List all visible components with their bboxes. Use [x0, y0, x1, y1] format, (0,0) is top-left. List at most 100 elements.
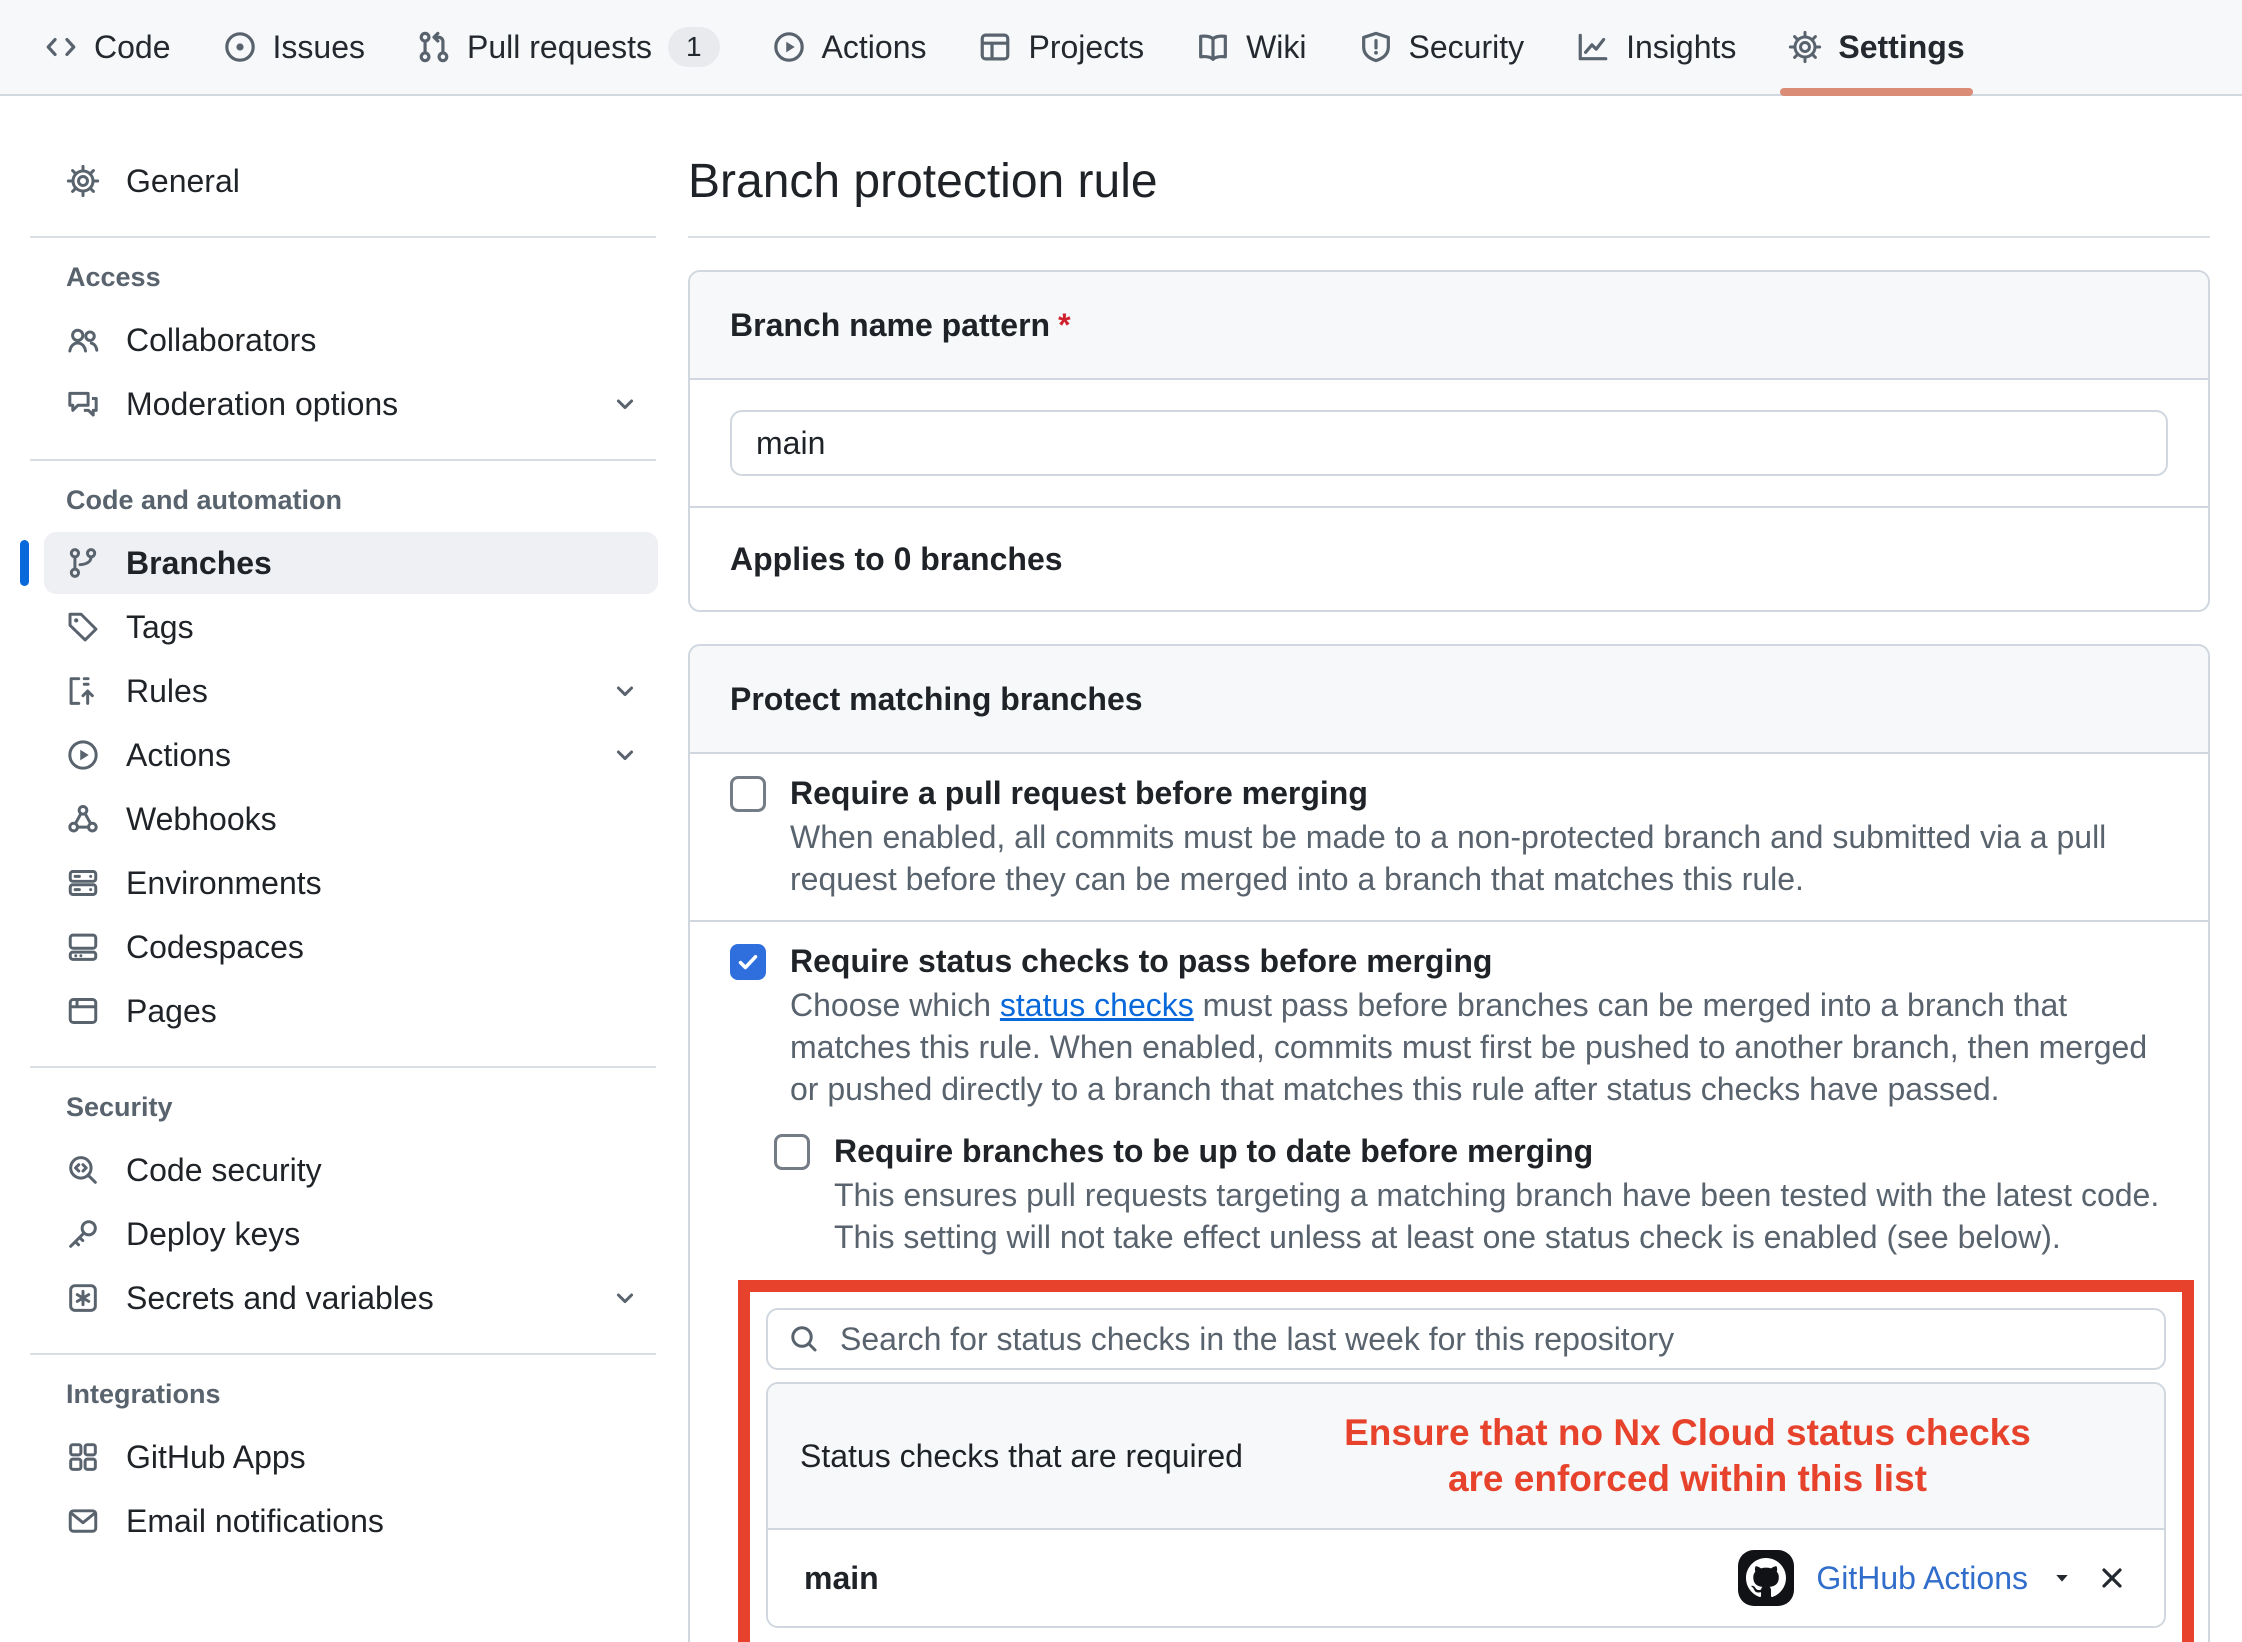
pull-requests-count-badge: 1: [668, 27, 720, 67]
tab-settings[interactable]: Settings: [1762, 0, 1990, 94]
sidebar-item-moderation-options[interactable]: Moderation options: [44, 373, 658, 435]
sidebar-item-label: Codespaces: [126, 929, 304, 966]
tab-label: Wiki: [1246, 29, 1306, 66]
sidebar-section-integrations: Integrations: [66, 1379, 658, 1410]
sidebar-item-secrets-and-variables[interactable]: Secrets and variables: [44, 1267, 658, 1329]
protect-card-header: Protect matching branches: [690, 646, 2208, 754]
sidebar-item-email-notifications[interactable]: Email notifications: [44, 1490, 658, 1552]
codespaces-icon: [66, 930, 100, 964]
people-icon: [66, 323, 100, 357]
status-checks-header-label: Status checks that are required: [800, 1438, 1243, 1475]
sidebar-item-label: Branches: [126, 545, 272, 582]
annotation-text: Ensure that no Nx Cloud status checks ar…: [1243, 1410, 2132, 1502]
tab-pull-requests[interactable]: Pull requests 1: [391, 0, 746, 94]
git-branch-icon: [66, 546, 100, 580]
tab-insights[interactable]: Insights: [1550, 0, 1762, 94]
require-status-checks-checkbox[interactable]: [730, 944, 766, 980]
rules-icon: [66, 674, 100, 708]
environments-icon: [66, 866, 100, 900]
require-up-to-date-checkbox[interactable]: [774, 1134, 810, 1170]
comment-discussion-icon: [66, 387, 100, 421]
sidebar-item-environments[interactable]: Environments: [44, 852, 658, 914]
sidebar-item-deploy-keys[interactable]: Deploy keys: [44, 1203, 658, 1265]
status-checks-search: [766, 1308, 2166, 1370]
mail-icon: [66, 1504, 100, 1538]
annotation-box: Status checks that are required Ensure t…: [738, 1280, 2194, 1642]
tab-projects[interactable]: Projects: [952, 0, 1170, 94]
sidebar-divider: [30, 236, 656, 238]
sidebar-item-actions[interactable]: Actions: [44, 724, 658, 786]
status-check-row-main: main GitHub Actions: [768, 1530, 2164, 1626]
sidebar-item-label: Tags: [126, 609, 194, 646]
branch-name-card: Branch name pattern* Applies to 0 branch…: [688, 270, 2210, 612]
tab-actions[interactable]: Actions: [746, 0, 953, 94]
shield-icon: [1359, 30, 1393, 64]
status-checks-list-header: Status checks that are required Ensure t…: [768, 1384, 2164, 1530]
chevron-down-icon: [610, 676, 640, 706]
sidebar-item-label: Secrets and variables: [126, 1280, 434, 1317]
play-icon: [66, 738, 100, 772]
require-pull-request-checkbox[interactable]: [730, 776, 766, 812]
status-check-source-dropdown[interactable]: [2050, 1566, 2074, 1590]
code-icon: [44, 30, 78, 64]
require-pull-request-row: Require a pull request before merging Wh…: [690, 754, 2208, 900]
settings-sidebar: General Access Collaborators Moderation …: [0, 96, 688, 1554]
annotation-line-1: Ensure that no Nx Cloud status checks: [1263, 1410, 2112, 1456]
sidebar-item-label: Webhooks: [126, 801, 277, 838]
tab-label: Actions: [822, 29, 927, 66]
tab-code[interactable]: Code: [18, 0, 197, 94]
book-icon: [1196, 30, 1230, 64]
sidebar-item-pages[interactable]: Pages: [44, 980, 658, 1042]
tab-label: Insights: [1626, 29, 1736, 66]
sidebar-item-github-apps[interactable]: GitHub Apps: [44, 1426, 658, 1488]
github-settings-page: Code Issues Pull requests 1 Actions Proj…: [0, 0, 2242, 1642]
sidebar-item-label: Moderation options: [126, 386, 398, 423]
github-mark-icon: [1746, 1558, 1786, 1598]
status-check-name: main: [804, 1560, 879, 1597]
browser-icon: [66, 994, 100, 1028]
status-checks-link[interactable]: status checks: [1000, 987, 1194, 1023]
sidebar-section-access: Access: [66, 262, 658, 293]
gear-icon: [66, 164, 100, 198]
chevron-down-icon: [610, 740, 640, 770]
branch-name-card-header: Branch name pattern*: [690, 272, 2208, 380]
chevron-down-icon: [610, 1283, 640, 1313]
sidebar-item-rules[interactable]: Rules: [44, 660, 658, 722]
sidebar-item-code-security[interactable]: Code security: [44, 1139, 658, 1201]
main-content: Branch protection rule Branch name patte…: [688, 96, 2242, 1642]
gear-icon: [1788, 30, 1822, 64]
status-checks-search-input[interactable]: [766, 1308, 2166, 1370]
table-icon: [978, 30, 1012, 64]
tab-label: Code: [94, 29, 171, 66]
tag-icon: [66, 610, 100, 644]
checkbox-description: When enabled, all commits must be made t…: [790, 816, 2168, 900]
sidebar-item-codespaces[interactable]: Codespaces: [44, 916, 658, 978]
webhook-icon: [66, 802, 100, 836]
sidebar-item-general[interactable]: General: [44, 150, 658, 212]
github-actions-avatar: [1738, 1550, 1794, 1606]
play-icon: [772, 30, 806, 64]
require-status-checks-row: Require status checks to pass before mer…: [690, 922, 2208, 1110]
sidebar-item-webhooks[interactable]: Webhooks: [44, 788, 658, 850]
sidebar-divider: [30, 1066, 656, 1068]
remove-status-check-button[interactable]: [2096, 1562, 2128, 1594]
github-actions-link[interactable]: GitHub Actions: [1816, 1560, 2028, 1597]
tab-security[interactable]: Security: [1333, 0, 1551, 94]
chevron-down-icon: [610, 389, 640, 419]
issue-opened-icon: [223, 30, 257, 64]
sidebar-item-tags[interactable]: Tags: [44, 596, 658, 658]
sidebar-divider: [30, 459, 656, 461]
tab-label: Settings: [1838, 29, 1964, 66]
check-icon: [735, 949, 761, 975]
annotation-line-2: are enforced within this list: [1263, 1456, 2112, 1502]
tab-issues[interactable]: Issues: [197, 0, 391, 94]
git-pull-request-icon: [417, 30, 451, 64]
branch-name-pattern-input[interactable]: [730, 410, 2168, 476]
sidebar-item-label: GitHub Apps: [126, 1439, 306, 1476]
sidebar-item-branches[interactable]: Branches: [44, 532, 658, 594]
tab-wiki[interactable]: Wiki: [1170, 0, 1332, 94]
sidebar-item-collaborators[interactable]: Collaborators: [44, 309, 658, 371]
checkbox-title: Require a pull request before merging: [790, 774, 2168, 812]
search-icon: [788, 1323, 820, 1355]
asterisk-box-icon: [66, 1281, 100, 1315]
